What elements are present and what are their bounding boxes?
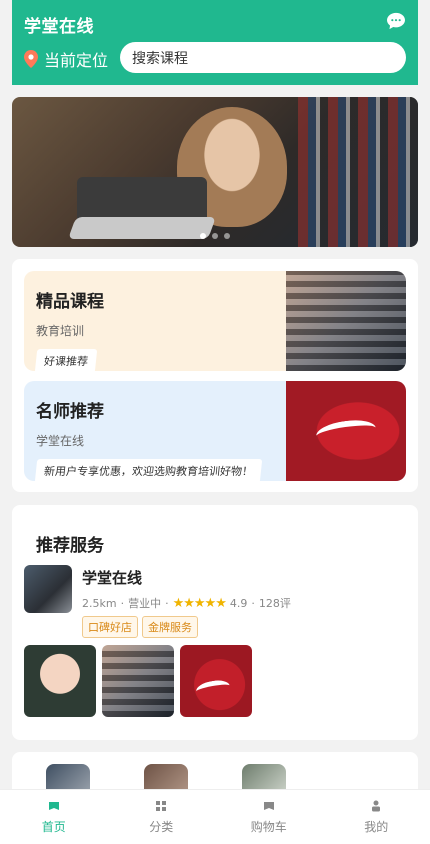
- tab-home[interactable]: 首页: [0, 790, 108, 844]
- category-thumbnail[interactable]: [46, 764, 90, 792]
- tab-cart[interactable]: 购物车: [215, 790, 323, 844]
- store-gallery: [24, 645, 252, 717]
- classroom-image: [286, 271, 406, 371]
- location-pin-icon: [24, 50, 38, 68]
- category-thumbnail[interactable]: [144, 764, 188, 792]
- grid-icon: [156, 800, 167, 811]
- feature-cards: 精品课程 教育培训 好课推荐 名师推荐 学堂在线 新用户专享优惠，欢迎选购教育培…: [12, 259, 418, 492]
- carousel-dot[interactable]: [224, 233, 230, 239]
- card-premium-courses[interactable]: 精品课程 教育培训 好课推荐: [24, 271, 406, 371]
- store-reviews: 128评: [258, 597, 291, 610]
- chat-icon[interactable]: [386, 12, 406, 30]
- tab-label: 分类: [149, 819, 174, 834]
- banner-laptop-base: [67, 217, 217, 239]
- meta-separator: ·: [120, 596, 125, 610]
- app-title: 学堂在线: [24, 17, 94, 37]
- search-input[interactable]: 搜索课程: [120, 42, 406, 73]
- carousel-dot[interactable]: [212, 233, 218, 239]
- next-section: [12, 752, 418, 792]
- tab-label: 购物车: [250, 819, 287, 834]
- user-icon: [372, 800, 381, 811]
- gallery-image[interactable]: [180, 645, 252, 717]
- tab-category[interactable]: 分类: [108, 790, 216, 844]
- store-name[interactable]: 学堂在线: [82, 567, 142, 588]
- card-subtitle: 教育培训: [36, 324, 85, 338]
- store-status: 营业中: [128, 597, 162, 610]
- bottom-tab-bar: 首页 分类 购物车 我的: [0, 789, 430, 844]
- location-selector[interactable]: 当前定位: [24, 47, 108, 71]
- app-header: 学堂在线 当前定位 搜索课程: [12, 0, 418, 85]
- card-tag: 新用户专享优惠，欢迎选购教育培训好物！: [34, 459, 263, 481]
- category-thumbnail[interactable]: [242, 764, 286, 792]
- search-placeholder: 搜索课程: [132, 50, 188, 67]
- gallery-image[interactable]: [102, 645, 174, 717]
- carousel-dots: [200, 233, 230, 239]
- shoe-image: [286, 381, 406, 481]
- recommended-services: 推荐服务 学堂在线 2.5km · 营业中 · ★★★★★ 4.9 · 128评…: [12, 505, 418, 740]
- store-tag: 金牌服务: [142, 616, 198, 638]
- carousel-dot[interactable]: [200, 233, 206, 239]
- store-tags: 口碑好店 金牌服务: [82, 616, 198, 638]
- tab-profile[interactable]: 我的: [323, 790, 430, 844]
- store-distance: 2.5km: [82, 596, 117, 610]
- home-icon: [48, 801, 59, 810]
- rating-stars-icon: ★★★★★: [172, 595, 227, 611]
- card-title: 名师推荐: [36, 402, 104, 422]
- banner-carousel[interactable]: [12, 97, 418, 247]
- store-thumbnail[interactable]: [24, 565, 72, 613]
- tab-label: 首页: [41, 819, 66, 834]
- banner-bookshelf: [298, 97, 418, 247]
- location-label: 当前定位: [44, 51, 109, 70]
- tab-label: 我的: [364, 819, 389, 834]
- cart-icon: [263, 801, 274, 810]
- store-rating: 4.9: [229, 596, 248, 610]
- meta-separator: ·: [251, 596, 255, 610]
- card-tag: 好课推荐: [34, 349, 98, 371]
- card-teacher-recommend[interactable]: 名师推荐 学堂在线 新用户专享优惠，欢迎选购教育培训好物！: [24, 381, 406, 481]
- store-tag: 口碑好店: [82, 616, 138, 638]
- meta-separator: ·: [165, 596, 169, 610]
- store-meta: 2.5km · 营业中 · ★★★★★ 4.9 · 128评: [82, 595, 291, 611]
- card-title: 精品课程: [36, 292, 104, 312]
- card-subtitle: 学堂在线: [36, 434, 85, 448]
- section-title: 推荐服务: [36, 536, 104, 556]
- gallery-image[interactable]: [24, 645, 96, 717]
